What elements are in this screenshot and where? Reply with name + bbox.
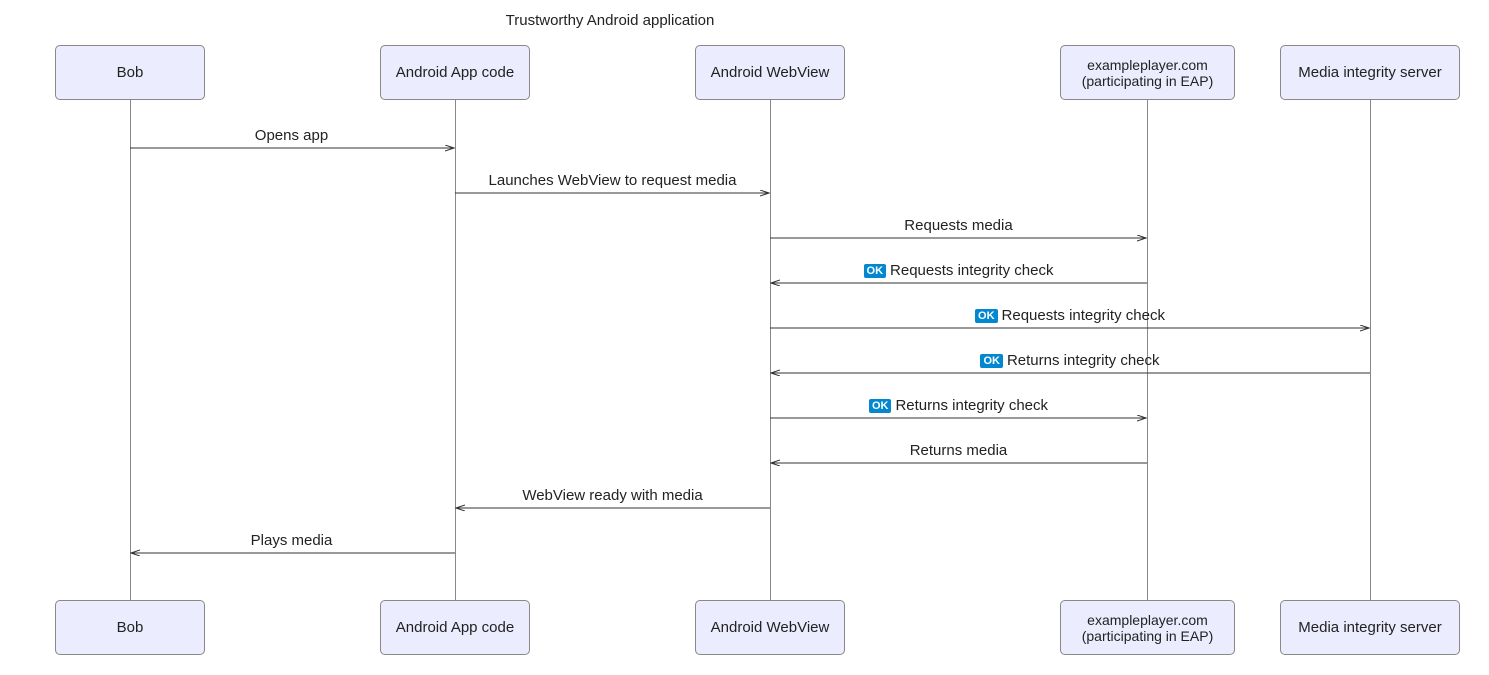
actor-server-top: Media integrity server xyxy=(1280,45,1460,100)
actor-server-bottom: Media integrity server xyxy=(1280,600,1460,655)
ok-badge: OK xyxy=(869,399,892,413)
msg-opens-app: Opens app xyxy=(130,127,453,144)
msg-requests-integrity-1: OKRequests integrity check xyxy=(770,262,1147,279)
lifeline-bob xyxy=(130,100,131,600)
actor-app-top: Android App code xyxy=(380,45,530,100)
ok-badge: OK xyxy=(980,354,1003,368)
msg-plays-media: Plays media xyxy=(130,532,453,549)
msg-returns-integrity-2: OKReturns integrity check xyxy=(770,397,1147,414)
msg-text: Returns integrity check xyxy=(895,397,1048,414)
lifeline-server xyxy=(1370,100,1371,600)
arrows-layer xyxy=(0,0,1489,675)
actor-site-bottom: exampleplayer.com (participating in EAP) xyxy=(1060,600,1235,655)
ok-badge: OK xyxy=(864,264,887,278)
lifeline-site xyxy=(1147,100,1148,600)
diagram-title: Trustworthy Android application xyxy=(450,12,770,29)
ok-badge: OK xyxy=(975,309,998,323)
actor-webview-top: Android WebView xyxy=(695,45,845,100)
msg-text: Requests integrity check xyxy=(1002,307,1165,324)
actor-bob-top: Bob xyxy=(55,45,205,100)
actor-site-top: exampleplayer.com (participating in EAP) xyxy=(1060,45,1235,100)
msg-returns-media: Returns media xyxy=(770,442,1147,459)
lifeline-webview xyxy=(770,100,771,600)
msg-returns-integrity-1: OK Returns integrity check xyxy=(770,352,1370,369)
msg-text: Returns integrity check xyxy=(1007,352,1160,369)
msg-text: Requests integrity check xyxy=(890,262,1053,279)
msg-requests-integrity-2: OK Requests integrity check xyxy=(770,307,1370,324)
msg-webview-ready: WebView ready with media xyxy=(455,487,770,504)
actor-bob-bottom: Bob xyxy=(55,600,205,655)
msg-requests-media: Requests media xyxy=(770,217,1147,234)
actor-app-bottom: Android App code xyxy=(380,600,530,655)
actor-webview-bottom: Android WebView xyxy=(695,600,845,655)
msg-launches-webview: Launches WebView to request media xyxy=(455,172,770,189)
